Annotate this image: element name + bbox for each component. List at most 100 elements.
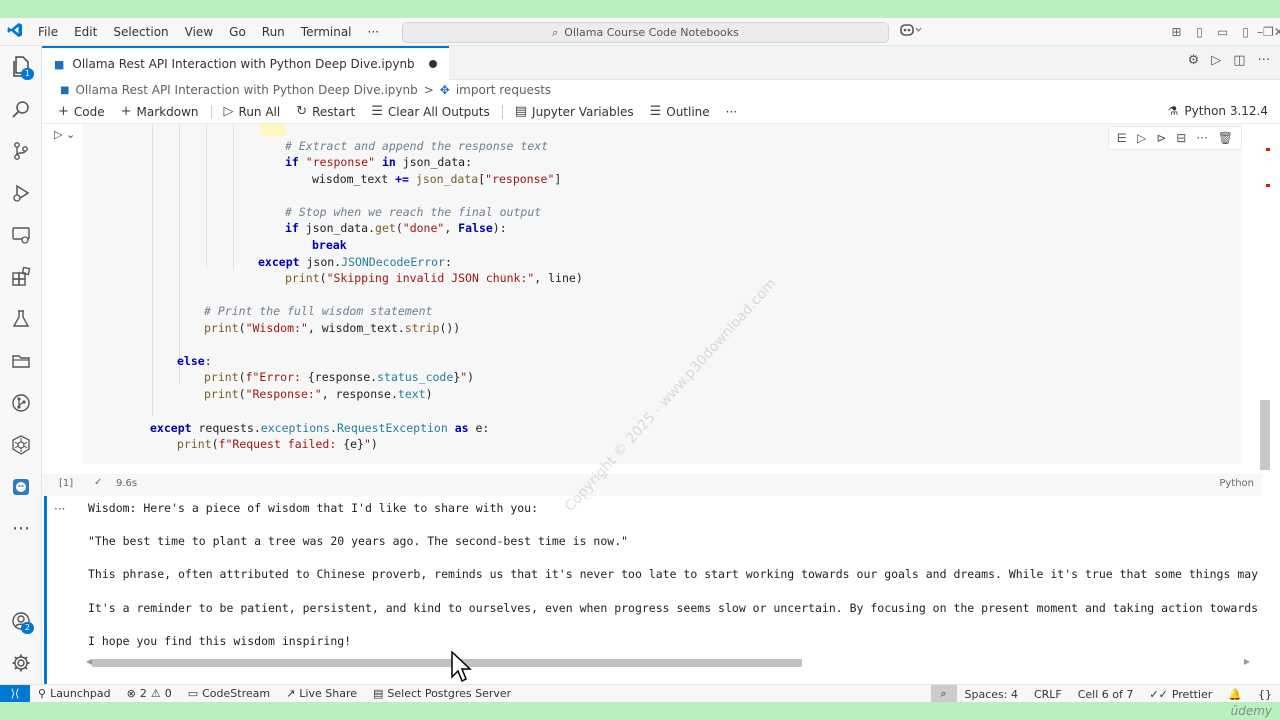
overview-ruler-marker (1266, 184, 1270, 187)
language-braces-item[interactable]: {} (1250, 688, 1280, 701)
menu-selection[interactable]: Selection (105, 25, 176, 39)
zoom-search-icon[interactable]: ⌕ (930, 685, 957, 702)
unsaved-dot-icon[interactable] (428, 60, 437, 68)
kubernetes-icon[interactable] (0, 424, 42, 466)
menu-view[interactable]: View (177, 25, 221, 39)
postgres-item[interactable]: ▤ Select Postgres Server (365, 687, 519, 700)
code-line: print("Response:", response.text) (204, 387, 433, 401)
code-line: break (312, 238, 347, 252)
manage-gear-icon[interactable] (0, 642, 42, 684)
jupyter-variables-button[interactable]: ▤ Jupyter Variables (507, 104, 642, 119)
code-line: except json.JSONDecodeError: (258, 255, 452, 269)
execute-below-icon[interactable]: ⊳ (1156, 131, 1166, 145)
kernel-label: Python 3.12.4 (1184, 104, 1268, 118)
eol-item[interactable]: CRLF (1026, 688, 1070, 701)
cell-position-item[interactable]: Cell 6 of 7 (1070, 688, 1142, 701)
run-icon[interactable]: ▷ (1211, 53, 1221, 68)
scroll-right-icon[interactable]: ▶ (1244, 657, 1250, 666)
restore-icon[interactable]: ❐ (1263, 25, 1274, 39)
explorer-badge: 1 (20, 68, 34, 80)
indentation-item[interactable]: Spaces: 4 (957, 688, 1026, 701)
notebook-file-icon: ■ (60, 84, 70, 96)
prettier-label: Prettier (1171, 687, 1213, 701)
menu-run[interactable]: Run (254, 25, 293, 39)
more-actions-icon[interactable]: ··· (1258, 53, 1270, 68)
outline-button[interactable]: ☰ Outline (642, 104, 718, 119)
menu-go[interactable]: Go (221, 25, 254, 39)
run-debug-icon[interactable] (0, 172, 42, 214)
command-center-search[interactable]: ⌕ Ollama Course Code Notebooks (402, 22, 889, 43)
restart-button[interactable]: ↻ Restart (288, 104, 363, 119)
code-comment: # Extract and append the response text (285, 139, 549, 153)
toggle-secondary-sidebar-icon[interactable]: ▯ (1234, 25, 1257, 39)
menu-terminal[interactable]: Terminal (293, 25, 360, 39)
clear-outputs-button[interactable]: ☰ Clear All Outputs (363, 104, 497, 119)
add-code-cell-button[interactable]: + Code (50, 104, 113, 119)
split-cell-icon[interactable]: ⊟ (1176, 131, 1186, 145)
cell-toolbar: ⋿ ▷ ⊳ ⊟ ··· 🗑 (1107, 126, 1242, 150)
plus-icon: + (58, 104, 69, 119)
testing-flask-icon[interactable] (0, 298, 42, 340)
remote-explorer-icon[interactable] (0, 214, 42, 256)
variables-icon: ▤ (514, 104, 528, 119)
menu-more[interactable]: ··· (360, 25, 387, 39)
codestream-item[interactable]: ▭ CodeStream (180, 687, 278, 700)
accounts-badge: 2 (20, 622, 34, 634)
accounts-icon[interactable]: 2 (0, 600, 42, 642)
cell-language[interactable]: Python (1219, 478, 1254, 489)
output-horizontal-scrollbar[interactable] (92, 659, 802, 667)
toolbar-more-button[interactable]: ··· (718, 105, 745, 119)
vscode-window: File Edit Selection View Go Run Terminal… (0, 18, 1280, 702)
breadcrumb-file[interactable]: Ollama Rest API Interaction with Python … (75, 83, 417, 97)
more-views-icon[interactable]: ··· (0, 508, 42, 550)
layout-customize-icon[interactable]: ⊞ (1165, 25, 1188, 39)
notifications-bell-icon[interactable]: 🔔 (1220, 688, 1250, 701)
search-icon[interactable] (0, 88, 42, 130)
launchpad-label: Launchpad (50, 687, 111, 700)
add-markdown-cell-button[interactable]: + Markdown (113, 104, 207, 119)
plus-icon: + (120, 104, 132, 119)
output-actions-icon[interactable]: ··· (54, 502, 65, 516)
clear-all-icon: ☰ (371, 104, 383, 119)
remote-indicator-icon[interactable]: ⟩⟨ (0, 684, 30, 702)
editor-actions: ⚙ ▷ ◫ ··· (1188, 53, 1270, 68)
notebook-vertical-scrollbar[interactable] (1260, 400, 1270, 470)
prettier-item[interactable]: ✓✓ Prettier (1141, 688, 1220, 701)
folder-icon[interactable] (0, 340, 42, 382)
live-share-label: Live Share (299, 687, 357, 700)
gitlens-icon[interactable] (0, 382, 42, 424)
vscode-logo-icon (0, 22, 30, 42)
run-cell-icon[interactable]: ▷ ⌄ (54, 128, 75, 141)
cell-more-icon[interactable]: ··· (1196, 131, 1207, 145)
extensions-icon[interactable] (0, 256, 42, 298)
menu-file[interactable]: File (30, 25, 66, 39)
error-icon: ⊗ (126, 687, 136, 700)
toggle-sidebar-icon[interactable]: ▯ (1188, 25, 1211, 39)
launchpad-item[interactable]: ⚲ Launchpad (30, 687, 119, 700)
explorer-icon[interactable]: 1 (0, 46, 42, 88)
output-focus-bar (44, 496, 47, 684)
code-line: # Stop when we reach the final output (285, 204, 541, 220)
gear-icon[interactable]: ⚙ (1188, 53, 1200, 68)
ollama-extension-icon[interactable] (0, 466, 42, 508)
split-editor-icon[interactable]: ◫ (1233, 53, 1245, 68)
run-all-button[interactable]: ▷ Run All (216, 104, 289, 119)
code-line: print("Wisdom:", wisdom_text.strip()) (204, 321, 461, 335)
live-share-item[interactable]: ↗ Live Share (278, 687, 365, 700)
kernel-picker[interactable]: ⚗ Python 3.12.4 (1168, 104, 1268, 118)
notebook-toolbar: + Code + Markdown ▷ Run All ↻ Restart ☰ … (42, 100, 1280, 124)
indent-guide (233, 124, 234, 269)
window-controls: ⊞ ▯ ▭ ▯ – ❐ ✕ (1165, 18, 1280, 46)
delete-cell-icon[interactable]: 🗑 (1218, 131, 1233, 145)
source-control-icon[interactable] (0, 130, 42, 172)
menu-edit[interactable]: Edit (66, 25, 105, 39)
code-comment: # Stop when we reach the final output (285, 205, 542, 219)
close-icon[interactable]: ✕ (1274, 25, 1280, 39)
breadcrumb-symbol[interactable]: import requests (456, 83, 551, 97)
notebook-tab[interactable]: ■ Ollama Rest API Interaction with Pytho… (42, 46, 449, 80)
problems-item[interactable]: ⊗ 2 ⚠ 0 (119, 687, 180, 700)
copilot-icon[interactable] (900, 24, 922, 39)
run-by-line-icon[interactable]: ⋿ (1117, 131, 1127, 145)
toggle-panel-icon[interactable]: ▭ (1211, 25, 1234, 39)
execute-above-icon[interactable]: ▷ (1137, 131, 1146, 145)
